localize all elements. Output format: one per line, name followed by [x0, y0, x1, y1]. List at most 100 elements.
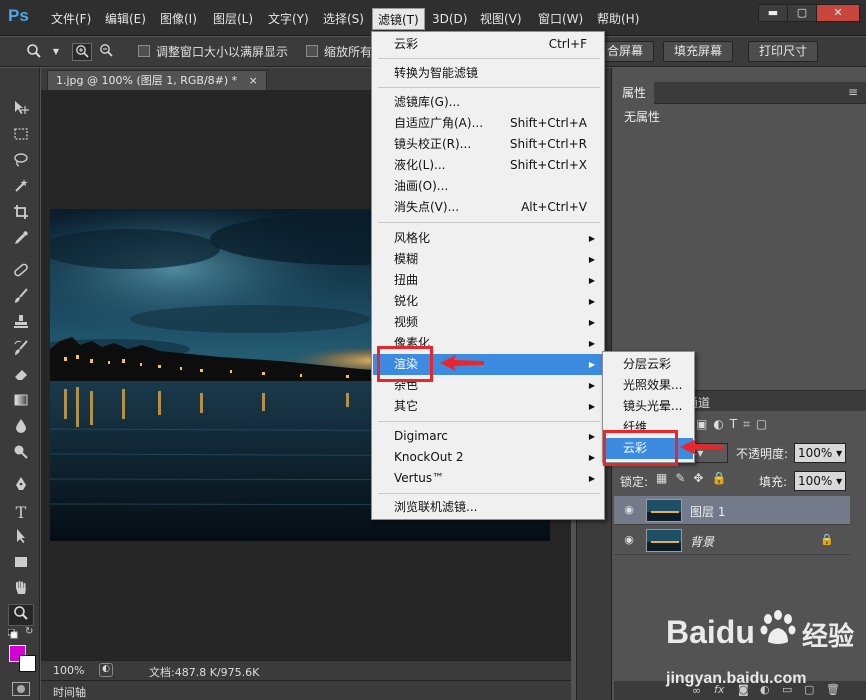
menu-item-sharpen[interactable]: 锐化 ▶: [373, 291, 603, 312]
tool-preset-dropdown-icon[interactable]: ▼: [46, 43, 66, 61]
status-bar: 100% ◐ 文档:487.8 K/975.6K: [41, 660, 571, 680]
opacity-label: 不透明度:: [736, 447, 789, 461]
document-tab[interactable]: 1.jpg @ 100% (图层 1, RGB/8#) * ×: [47, 70, 267, 90]
visibility-eye-icon[interactable]: ◉: [622, 533, 636, 547]
submenu-item-lens-flare[interactable]: 镜头光晕...: [604, 396, 693, 417]
annotation-highlight-clouds: [603, 430, 678, 466]
menu-item-blur[interactable]: 模糊 ▶: [373, 249, 603, 270]
fit-screen-button[interactable]: 合屏幕: [600, 41, 655, 62]
clone-stamp-tool-icon[interactable]: [8, 314, 34, 336]
zoom-all-windows-checkbox[interactable]: [306, 45, 318, 57]
menu-item-adaptive-wide-angle[interactable]: 自适应广角(A)... Shift+Ctrl+A: [373, 113, 603, 134]
zoom-level[interactable]: 100%: [53, 664, 84, 677]
quick-mask-icon[interactable]: [12, 682, 30, 696]
background-color-swatch[interactable]: [19, 655, 36, 672]
fill-screen-button[interactable]: 填充屏幕: [663, 41, 734, 62]
blur-tool-icon[interactable]: [8, 418, 34, 440]
filter-menu-dropdown: 云彩 Ctrl+F 转换为智能滤镜 滤镜库(G)... 自适应广角(A)... …: [371, 31, 605, 520]
zoom-in-icon[interactable]: [72, 43, 92, 61]
menu-item-stylize[interactable]: 风格化 ▶: [373, 228, 603, 249]
menu-window[interactable]: 窗口(W): [533, 8, 588, 30]
eraser-tool-icon[interactable]: [8, 366, 34, 388]
menu-item-filter-gallery[interactable]: 滤镜库(G)...: [373, 92, 603, 113]
annotation-arrow-render: [440, 355, 484, 371]
rectangle-tool-icon[interactable]: [8, 554, 34, 576]
tools-panel: T ↻: [0, 68, 40, 700]
print-size-button[interactable]: 打印尺寸: [748, 41, 819, 62]
marquee-tool-icon[interactable]: [8, 126, 34, 148]
zoom-tool-selected-icon[interactable]: [8, 604, 34, 626]
path-selection-tool-icon[interactable]: [8, 528, 34, 550]
menu-item-digimarc[interactable]: Digimarc ▶: [373, 426, 603, 447]
healing-brush-tool-icon[interactable]: [8, 262, 34, 284]
menu-file[interactable]: 文件(F): [46, 8, 96, 30]
close-button[interactable]: ✕: [816, 4, 860, 22]
type-tool-icon[interactable]: T: [8, 502, 34, 524]
layer-row[interactable]: ◉ 背景 🔒: [614, 526, 850, 555]
menu-item-liquify[interactable]: 液化(L)... Shift+Ctrl+X: [373, 155, 603, 176]
swap-colors-icon[interactable]: ↻: [25, 626, 37, 638]
quick-selection-tool-icon[interactable]: [8, 178, 34, 200]
document-size: 文档:487.8 K/975.6K: [149, 666, 260, 679]
menu-item-distort[interactable]: 扭曲 ▶: [373, 270, 603, 291]
menu-layer[interactable]: 图层(L): [208, 8, 258, 30]
lasso-tool-icon[interactable]: [8, 152, 34, 174]
timeline-tab[interactable]: 时间轴: [53, 684, 86, 700]
menu-item-browse-filters-online[interactable]: 浏览联机滤镜...: [373, 497, 603, 518]
submenu-item-difference-clouds[interactable]: 分层云彩: [604, 354, 693, 375]
tab-properties[interactable]: 属性: [614, 82, 655, 104]
maximize-button[interactable]: ▢: [787, 4, 817, 22]
minimize-button[interactable]: ▬: [758, 4, 788, 22]
dodge-tool-icon[interactable]: [8, 444, 34, 466]
history-brush-tool-icon[interactable]: [8, 340, 34, 362]
brush-tool-icon[interactable]: [8, 288, 34, 310]
menu-item-vertus[interactable]: Vertus™ ▶: [373, 468, 603, 489]
layer-name[interactable]: 背景: [690, 533, 714, 550]
eyedropper-tool-icon[interactable]: [8, 230, 34, 252]
layer-row[interactable]: ◉ 图层 1: [614, 496, 850, 525]
menu-item-convert-smart-filters[interactable]: 转换为智能滤镜: [373, 63, 603, 84]
crop-tool-icon[interactable]: [8, 204, 34, 226]
pen-tool-icon[interactable]: [8, 476, 34, 498]
move-tool-icon[interactable]: [8, 100, 34, 122]
zoom-tool-icon[interactable]: [24, 43, 44, 61]
resize-windows-checkbox[interactable]: [138, 45, 150, 57]
watermark-brand: Baidu: [666, 614, 755, 650]
menu-3d[interactable]: 3D(D): [427, 8, 472, 30]
paw-logo-icon: [756, 606, 800, 650]
menu-view[interactable]: 视图(V): [475, 8, 527, 30]
layer-filter-icons[interactable]: ▣◐T⌗▢: [696, 417, 846, 435]
menu-type[interactable]: 文字(Y): [263, 8, 314, 30]
zoom-all-windows-label: 缩放所有: [324, 45, 373, 59]
properties-panel-tabs: 属性 ≡: [614, 82, 866, 104]
menu-item-other[interactable]: 其它 ▶: [373, 396, 603, 417]
menu-item-oil-paint[interactable]: 油画(O)...: [373, 176, 603, 197]
visibility-eye-icon[interactable]: ◉: [622, 503, 636, 517]
no-properties-message: 无属性: [624, 110, 661, 124]
menu-edit[interactable]: 编辑(E): [100, 8, 151, 30]
opacity-input[interactable]: 100% ▾: [794, 443, 846, 463]
menu-item-vanishing-point[interactable]: 消失点(V)... Alt+Ctrl+V: [373, 197, 603, 218]
menu-separator: [378, 421, 600, 422]
menu-item-clouds-last[interactable]: 云彩 Ctrl+F: [373, 34, 603, 55]
menu-item-lens-correction[interactable]: 镜头校正(R)... Shift+Ctrl+R: [373, 134, 603, 155]
fill-input[interactable]: 100% ▾: [794, 471, 846, 491]
close-tab-icon[interactable]: ×: [249, 74, 258, 87]
menu-item-video[interactable]: 视频 ▶: [373, 312, 603, 333]
default-colors-icon[interactable]: [7, 628, 18, 639]
zoom-out-icon[interactable]: [96, 43, 116, 61]
baidu-jingyan-watermark: Baidu 经验 jingyan.baidu.com: [664, 600, 864, 700]
menu-filter[interactable]: 滤镜(T): [372, 8, 425, 30]
panel-menu-icon[interactable]: ≡: [848, 85, 858, 99]
hand-tool-icon[interactable]: [8, 580, 34, 602]
menu-help[interactable]: 帮助(H): [592, 8, 644, 30]
menu-select[interactable]: 选择(S): [318, 8, 369, 30]
gradient-tool-icon[interactable]: [8, 392, 34, 414]
status-info-icon[interactable]: ◐: [99, 663, 113, 677]
layer-name[interactable]: 图层 1: [690, 503, 725, 520]
layer-lock-icon: 🔒: [820, 533, 834, 546]
menu-image[interactable]: 图像(I): [155, 8, 202, 30]
submenu-item-lighting-effects[interactable]: 光照效果...: [604, 375, 693, 396]
menu-item-knockout[interactable]: KnockOut 2 ▶: [373, 447, 603, 468]
lock-icons[interactable]: ▦✎✥🔒: [656, 471, 736, 489]
